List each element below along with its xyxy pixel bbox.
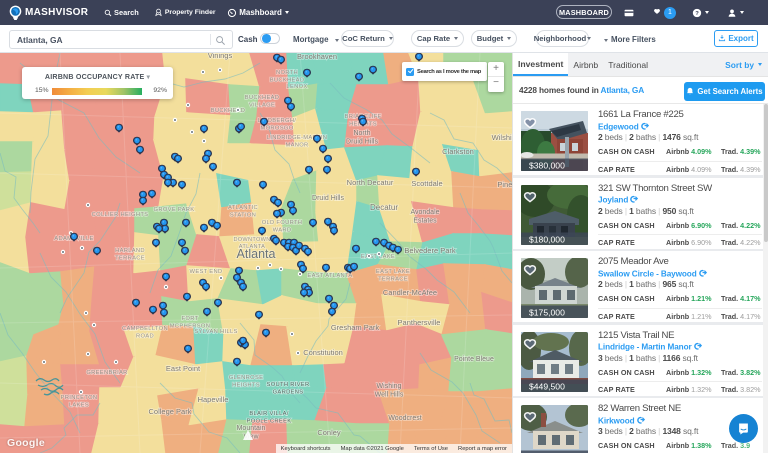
svg-text:$175,000: $175,000 <box>529 308 565 318</box>
svg-text:Constitution: Constitution <box>303 348 343 357</box>
svg-text:WEST END: WEST END <box>190 269 223 275</box>
svg-text:Clarkston: Clarkston <box>442 147 474 156</box>
svg-text:BLAIR VILLA/: BLAIR VILLA/ <box>249 411 288 417</box>
svg-text:Belvedere Park: Belvedere Park <box>404 246 456 255</box>
svg-text:LAKES: LAKES <box>69 402 89 408</box>
svg-text:?: ? <box>695 11 699 17</box>
svg-text:$180,000: $180,000 <box>529 234 565 244</box>
svg-text:TERRACE: TERRACE <box>115 255 145 261</box>
svg-text:POOLE CREEK: POOLE CREEK <box>247 418 292 424</box>
svg-text:North: North <box>353 130 370 137</box>
svg-text:Gresham Park: Gresham Park <box>331 323 380 332</box>
svg-text:LENOX: LENOX <box>286 84 307 90</box>
svg-text:FORT: FORT <box>182 316 199 322</box>
svg-text:Pointe Bleue: Pointe Bleue <box>454 356 494 363</box>
svg-text:TERRACE: TERRACE <box>378 276 408 282</box>
svg-text:MANOR: MANOR <box>285 142 308 148</box>
svg-text:ROAD: ROAD <box>136 333 154 339</box>
svg-text:STATION: STATION <box>230 212 256 218</box>
svg-text:HEIGHTS: HEIGHTS <box>232 382 260 388</box>
svg-text:EAST ATLANTA: EAST ATLANTA <box>307 273 352 279</box>
svg-text:SYLVAN HILLS: SYLVAN HILLS <box>194 329 237 335</box>
svg-text:WARD: WARD <box>273 227 292 233</box>
svg-text:DOWNTOWN: DOWNTOWN <box>233 237 270 243</box>
svg-text:COLLIER HEIGHTS: COLLIER HEIGHTS <box>92 212 149 218</box>
svg-text:Druid Hills: Druid Hills <box>346 139 378 146</box>
svg-text:Avondale: Avondale <box>410 209 439 216</box>
svg-text:BUCKHEAD: BUCKHEAD <box>211 108 246 114</box>
svg-text:GLENROSE: GLENROSE <box>229 375 264 381</box>
svg-text:MOROSGO: MOROSGO <box>260 125 293 131</box>
svg-text:Decatur: Decatur <box>370 203 398 212</box>
svg-text:North Decatur: North Decatur <box>347 178 394 187</box>
svg-text:$449,500: $449,500 <box>529 381 565 391</box>
svg-text:Candler-McAfee: Candler-McAfee <box>383 288 437 297</box>
svg-text:Estates: Estates <box>413 218 437 225</box>
svg-text:College Park: College Park <box>149 407 192 416</box>
svg-text:BUCKHEAD: BUCKHEAD <box>270 77 305 83</box>
svg-text:Panthersville: Panthersville <box>398 318 441 327</box>
svg-text:PRINCETON: PRINCETON <box>61 395 98 401</box>
svg-text:SOUTH RIVER: SOUTH RIVER <box>267 382 310 388</box>
svg-text:Mountain: Mountain <box>237 425 266 432</box>
svg-text:VILLAGE: VILLAGE <box>249 102 275 108</box>
svg-text:GARDENS: GARDENS <box>273 389 304 395</box>
svg-text:Well Hills: Well Hills <box>375 392 404 399</box>
svg-text:EAST LAKE: EAST LAKE <box>376 269 410 275</box>
svg-text:NORTH: NORTH <box>276 70 298 76</box>
svg-text:Brookhaven: Brookhaven <box>297 53 337 61</box>
svg-text:Wilshire: Wilshire <box>492 133 512 142</box>
svg-text:Vinings: Vinings <box>208 53 233 60</box>
svg-text:OLD FOURTH: OLD FOURTH <box>262 220 303 226</box>
svg-text:BUCKHEAD: BUCKHEAD <box>245 95 280 101</box>
svg-text:Woodcrest: Woodcrest <box>388 415 421 422</box>
svg-text:Conley: Conley <box>317 428 341 437</box>
svg-text:Pine L: Pine L <box>497 180 512 189</box>
svg-text:Druid Hills: Druid Hills <box>312 195 344 202</box>
svg-text:Wishing: Wishing <box>377 383 402 390</box>
svg-text:ATLANTIC: ATLANTIC <box>228 205 258 211</box>
svg-text:GROVE PARK: GROVE PARK <box>154 207 195 213</box>
svg-text:GREENBRIAR: GREENBRIAR <box>86 370 127 376</box>
svg-text:CAMPBELLTON: CAMPBELLTON <box>122 326 168 332</box>
svg-text:$380,000: $380,000 <box>529 161 565 171</box>
svg-text:Hapeville: Hapeville <box>198 395 229 404</box>
svg-text:HARLAND: HARLAND <box>115 248 145 254</box>
svg-text:ATLANTA: ATLANTA <box>239 244 265 250</box>
svg-text:East Point: East Point <box>166 364 201 373</box>
svg-text:Scottdale: Scottdale <box>411 179 442 188</box>
